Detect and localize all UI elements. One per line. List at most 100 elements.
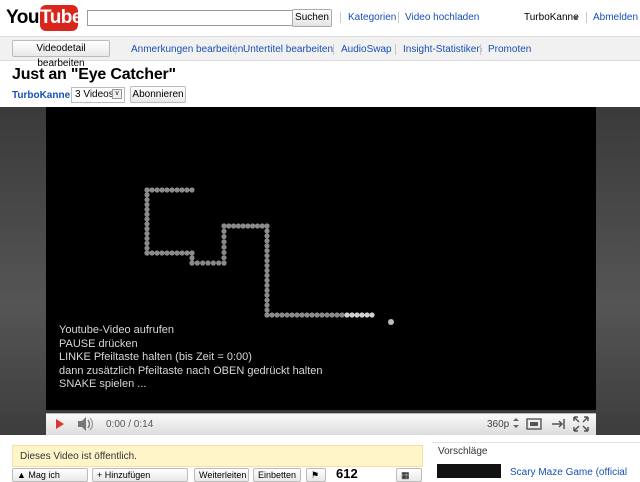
snake-segment [264,262,270,269]
snake-segment [319,312,325,318]
snake-segment [245,223,251,229]
search-button[interactable]: Suchen [292,9,332,27]
snake-segment [169,250,175,256]
volume-icon[interactable] [74,414,96,434]
overlay-line: dann zusätzlich Pfeiltaste nach OBEN ged… [59,364,323,377]
snake-segment [164,187,170,193]
snake-segment [221,233,227,240]
snake-segment [189,255,195,261]
popout-icon[interactable] [549,415,567,433]
channel-link[interactable]: TurboKanne [12,90,70,101]
snake-segment [144,192,150,198]
snake-segment [264,267,270,274]
flag-button[interactable]: ⚑ [306,468,326,482]
snake-segment [254,223,261,229]
snake-segment [264,233,270,239]
snake-segment [279,312,285,318]
chevron-down-icon[interactable] [573,16,579,20]
snake-segment [264,223,270,229]
snake-segment [274,312,280,318]
youtube-logo[interactable]: You Tube [6,4,82,32]
snake-segment [304,312,310,318]
snake-segment [264,228,270,234]
play-button[interactable] [48,414,70,434]
snake-segment [184,250,190,256]
snake-segment [144,231,150,237]
snake-segment [216,260,222,266]
video-overlay-instructions: Youtube-Video aufrufen PAUSE drücken LIN… [59,324,323,392]
edit-annotations-link[interactable]: Anmerkungen bearbeiten [131,44,243,55]
widescreen-icon[interactable] [525,415,543,433]
snake-segment [329,312,335,318]
snake-segment [264,258,270,264]
user-menu[interactable]: TurboKanne [524,12,579,23]
nav-link-upload[interactable]: Video hochladen [405,12,479,23]
video-title: Just an "Eye Catcher" [12,66,176,83]
snake-segment [189,187,195,193]
logout-link[interactable]: Abmelden [593,12,638,23]
snake-segment [221,223,227,229]
snake-segment [189,250,195,256]
snake-segment [259,223,265,229]
share-button[interactable]: Weiterleiten [194,468,249,482]
suggestion-title[interactable]: Scary Maze Game (official [510,467,627,478]
snake-segment [221,255,227,261]
snake-segment [179,250,185,256]
snake-segment [294,312,300,318]
header-separator [398,12,399,23]
snake-segment [144,201,150,208]
snake-segment [269,312,275,318]
nav-link-categories[interactable]: Kategorien [348,12,396,23]
action-separator [235,44,236,55]
snake-segment [221,228,227,234]
plus-icon: + [97,470,105,480]
snake-segment [364,312,370,318]
add-to-button[interactable]: + Hinzufügen [92,468,188,482]
snake-segment [159,250,165,256]
snake-segment [144,187,150,193]
snake-segment [189,260,195,266]
like-label: Mag ich [28,470,60,480]
snake-segment [264,272,270,279]
snake-segment [264,253,270,259]
audioswap-link[interactable]: AudioSwap [341,44,392,55]
edit-video-details-button[interactable]: Videodetail bearbeiten [12,40,110,69]
snake-segment [250,223,256,229]
snake-segment [174,187,180,193]
snake-segment [164,250,170,256]
snake-segment [149,250,155,256]
edit-captions-link[interactable]: Untertitel bearbeiten [243,44,333,55]
search-input[interactable] [87,10,293,26]
stats-icon: ▦ [401,470,410,480]
insight-statistics-link[interactable]: Insight-Statistiken [403,44,482,55]
snake-segment [369,312,375,318]
logo-tube-text: Tube [40,5,82,31]
snake-segment [144,211,150,217]
snake-segment [264,292,270,298]
chevron-down-icon[interactable]: ∨ [112,89,122,99]
quality-button[interactable]: 360p [487,419,509,430]
quality-menu-icon[interactable] [512,418,520,428]
snake-segment [264,277,270,283]
snake-segment [324,312,330,318]
view-count: 612 [336,466,358,481]
like-button[interactable]: ▲ Mag ich [12,468,88,482]
promote-link[interactable]: Promoten [488,44,531,55]
snake-segment [339,312,345,318]
snake-segment [221,249,227,256]
subscribe-button[interactable]: Abonnieren [130,86,186,103]
snake-segment [235,223,241,229]
fullscreen-icon[interactable] [572,415,590,433]
snake-segment [144,221,150,227]
snake-segment [144,245,150,251]
snake-segment [264,312,270,318]
snake-segment [334,312,340,318]
snake-segment [221,260,227,266]
add-to-label: Hinzufügen [104,470,151,480]
stats-button[interactable]: ▦ [396,468,422,482]
snake-segment [210,260,216,266]
snake-segment [314,312,320,318]
embed-button[interactable]: Einbetten [253,468,301,482]
flag-icon: ⚑ [311,470,320,480]
snake-segment [154,250,160,256]
